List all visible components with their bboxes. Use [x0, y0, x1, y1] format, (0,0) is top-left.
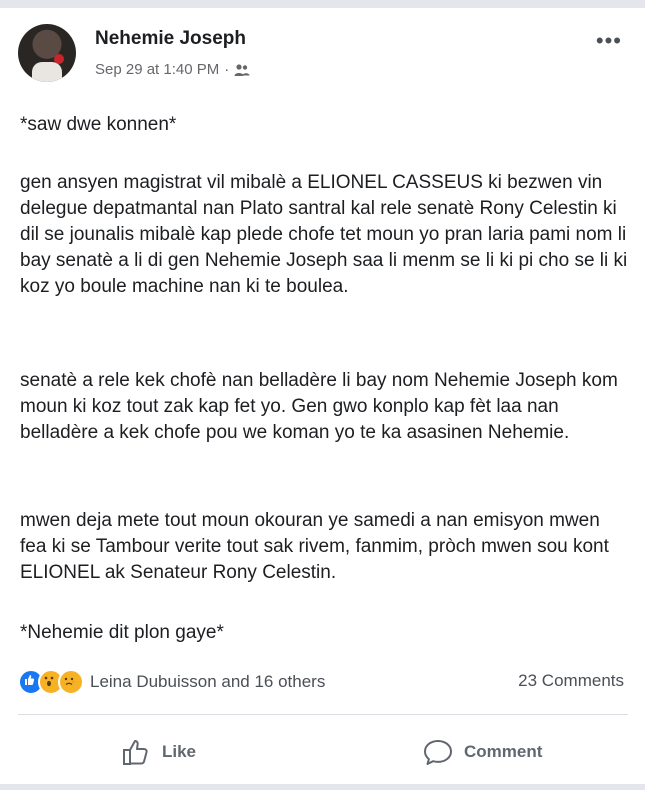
thumbs-up-icon: [120, 736, 152, 768]
comment-label: Comment: [464, 742, 543, 761]
post-paragraph: senatè a rele kek chofè nan belladère li…: [20, 370, 618, 443]
post-meta: Sep 29 at 1:40 PM ·: [95, 61, 250, 78]
post-paragraph: *Nehemie dit plon gaye*: [20, 622, 224, 643]
post-actions: Like Comment: [18, 730, 628, 774]
bottom-divider-strip: [0, 784, 645, 790]
like-button[interactable]: Like: [120, 730, 196, 774]
reaction-icons[interactable]: [18, 669, 84, 695]
three-dots-icon[interactable]: •••: [596, 30, 622, 52]
avatar-accent: [54, 54, 64, 64]
post-paragraph: gen ansyen magistrat vil mibalè a ELIONE…: [20, 172, 628, 297]
comment-button[interactable]: Comment: [422, 730, 542, 774]
post-timestamp[interactable]: Sep 29 at 1:40 PM: [95, 61, 219, 78]
like-label: Like: [162, 742, 197, 761]
post-paragraph: mwen deja mete tout moun okouran ye same…: [20, 510, 609, 583]
post-paragraph: *saw dwe konnen*: [20, 114, 177, 135]
sad-reaction-icon: [58, 669, 84, 695]
author-name[interactable]: Nehemie Joseph: [95, 28, 246, 50]
reactions-summary[interactable]: Leina Dubuisson and 16 others: [90, 672, 325, 692]
actions-divider: [18, 714, 628, 715]
top-divider-strip: [0, 0, 645, 8]
comments-count[interactable]: 23 Comments: [518, 671, 624, 691]
reactions-bar: Leina Dubuisson and 16 others 23 Comment…: [18, 668, 628, 696]
comment-bubble-icon: [422, 736, 454, 768]
author-avatar[interactable]: [18, 24, 76, 82]
post-header: Nehemie Joseph Sep 29 at 1:40 PM · •••: [18, 24, 628, 88]
meta-separator: ·: [224, 61, 230, 78]
friends-icon[interactable]: [234, 63, 250, 77]
avatar-figure: [32, 62, 62, 82]
